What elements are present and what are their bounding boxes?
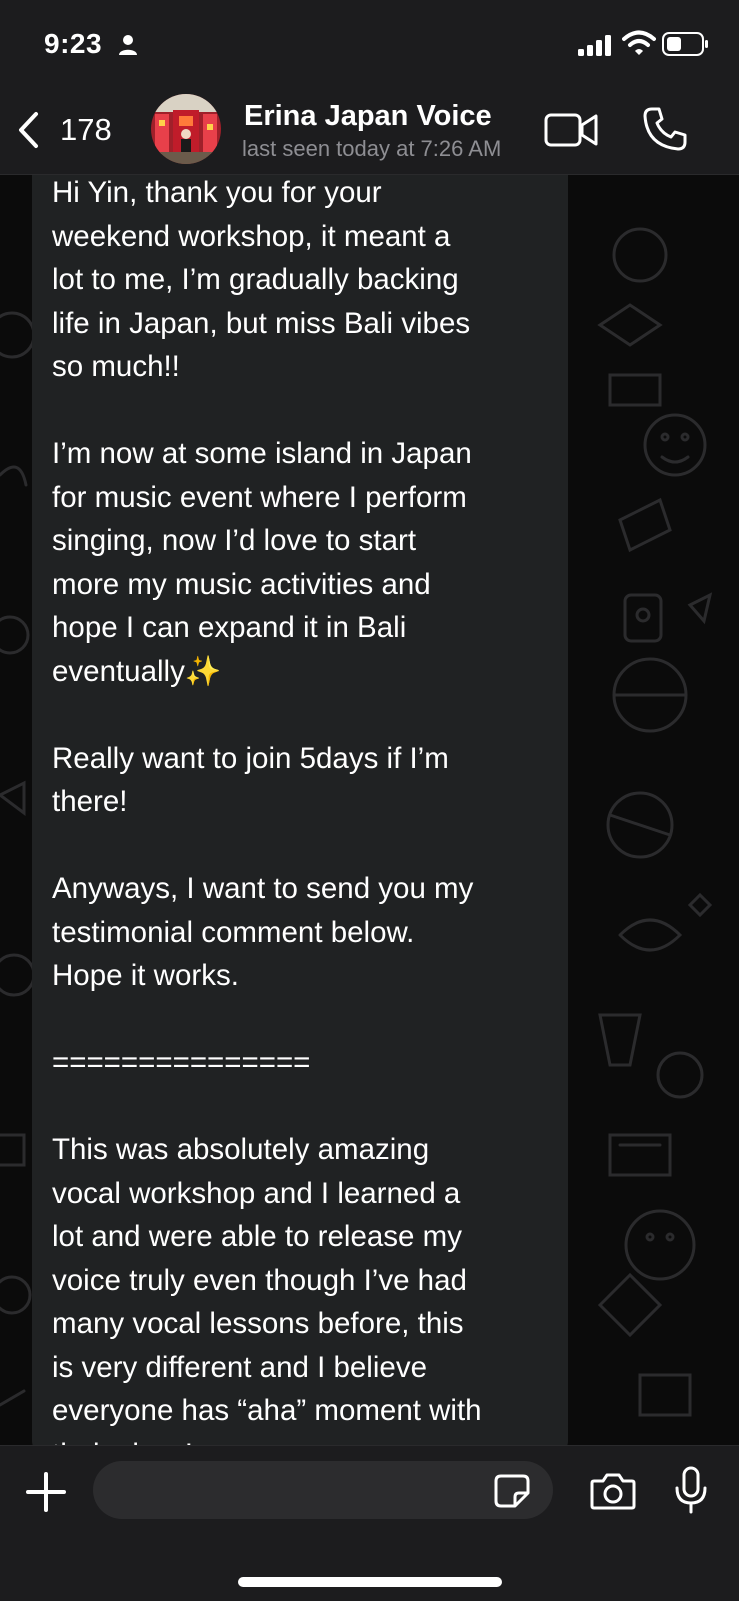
back-button[interactable]: 178: [14, 108, 112, 152]
chat-header: 178 Erina Japan Voice last seen today at…: [0, 90, 739, 175]
contact-name[interactable]: Erina Japan Voice: [244, 100, 492, 133]
message-text: Hi Yin, thank you for your weekend works…: [52, 176, 482, 1445]
microphone-icon[interactable]: [674, 1466, 708, 1514]
plus-icon[interactable]: [24, 1470, 68, 1514]
back-chevron-icon: [19, 112, 38, 148]
avatar[interactable]: [151, 94, 221, 164]
home-indicator: [238, 1577, 502, 1587]
signal-icon: [578, 35, 611, 56]
chat-area[interactable]: Hi Yin, thank you for your weekend works…: [0, 175, 739, 1445]
status-time: 9:23: [44, 28, 103, 59]
status-bar: 9:23: [0, 0, 739, 90]
battery-icon: [662, 32, 708, 56]
input-bar: [0, 1445, 739, 1601]
message-bubble[interactable]: Hi Yin, thank you for your weekend works…: [32, 175, 568, 1445]
wifi-icon: [622, 30, 656, 55]
last-seen-status: last seen today at 7:26 AM: [242, 136, 502, 161]
person-icon: [119, 35, 137, 55]
sticker-icon[interactable]: [493, 1473, 531, 1509]
unread-count: 178: [60, 112, 112, 147]
phone-call-icon[interactable]: [642, 106, 688, 152]
camera-icon[interactable]: [590, 1472, 636, 1510]
video-call-icon[interactable]: [544, 110, 598, 150]
message-input[interactable]: [93, 1461, 553, 1519]
